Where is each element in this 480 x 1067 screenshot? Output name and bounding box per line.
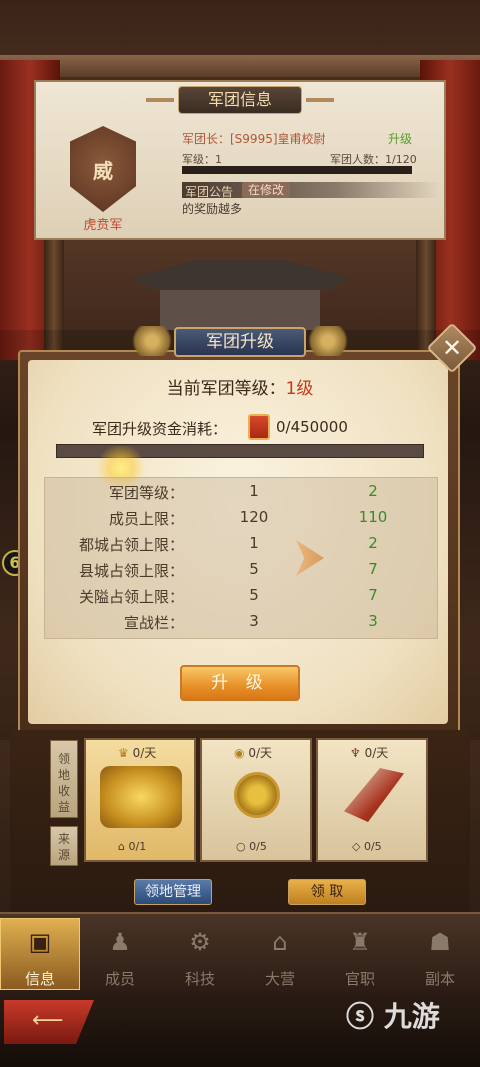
stat-current: 5: [249, 560, 259, 578]
watermark-mark-icon: ⓢ: [346, 1000, 375, 1033]
stat-row: 关隘占领上限： 5 7: [44, 586, 438, 612]
fund-scroll-icon: [248, 414, 270, 440]
diamond-icon: ◇: [352, 840, 361, 853]
territory-manage-button[interactable]: 领地管理: [134, 879, 212, 905]
horn-icon: ♆: [350, 746, 361, 760]
nav-label: 科技: [184, 970, 215, 988]
camp-icon: ⌂: [272, 928, 288, 956]
house-icon: ⌂: [118, 840, 125, 853]
notice-label: 军团公告: [185, 185, 234, 199]
card-gold-rate: ♛ 0/天: [118, 744, 156, 761]
members-icon: ♟: [109, 928, 131, 956]
stat-current: 120: [239, 508, 269, 526]
claim-button[interactable]: 领 取: [288, 879, 366, 905]
current-level-label: 当前军团等级：: [166, 379, 286, 399]
stat-name: 都城占领上限：: [78, 536, 184, 554]
circle-icon: ○: [236, 840, 246, 853]
notice-edit-badge[interactable]: 在修改: [242, 182, 291, 198]
stat-row: 军团等级： 1 2: [44, 482, 438, 508]
gold-ingot-image: [100, 766, 182, 828]
card-horn-rate: ♆ 0/天: [350, 744, 388, 761]
upgrade-button[interactable]: 升 级: [180, 665, 300, 701]
card-horn-count-value: 0/5: [363, 840, 382, 853]
nav-label: 大营: [264, 970, 295, 988]
nav-label: 官职: [344, 970, 375, 988]
stat-current: 1: [249, 534, 259, 552]
title-ornament-left-icon: [128, 326, 176, 356]
book-icon: ▣: [28, 928, 52, 956]
stat-row: 都城占领上限： 1 2: [44, 534, 438, 560]
stat-row: 县城占领上限： 5 7: [44, 560, 438, 586]
card-gold-count-value: 0/1: [128, 840, 147, 853]
stat-current: 5: [249, 586, 259, 604]
stat-row: 宣战栏： 3 3: [44, 612, 438, 638]
nav-label: 信息: [24, 970, 55, 988]
watermark-text: 九游: [383, 1000, 440, 1033]
upgrade-link[interactable]: 升级: [388, 130, 412, 147]
member-count: 军团人数：1/120: [330, 153, 417, 166]
tab-territory-income[interactable]: 领地收益: [50, 740, 78, 818]
copper-coin-image: [234, 772, 280, 818]
stat-next: 110: [358, 508, 388, 526]
coin-icon: ◉: [234, 746, 245, 760]
member-progress-bar: [182, 166, 412, 174]
card-coin-rate: ◉ 0/天: [234, 744, 272, 761]
watermark-logo: ⓢ 九游: [346, 995, 440, 1035]
tab-territory-income-label: 领地收益: [57, 752, 70, 814]
stat-next: 2: [368, 534, 378, 552]
official-icon: ♜: [349, 928, 371, 956]
card-horn-rate-value: 0/天: [364, 746, 389, 760]
stat-next: 7: [368, 560, 378, 578]
legion-name: 虎贲军: [83, 218, 123, 233]
legion-level: 军级：1: [182, 153, 222, 166]
modal-title: 军团升级: [174, 327, 306, 357]
card-gold-count: ⌂ 0/1: [118, 840, 146, 853]
stat-name: 关隘占领上限：: [78, 588, 184, 606]
nav-label: 成员: [104, 970, 135, 988]
title-ornament-right-icon: [304, 326, 352, 356]
yuanbao-icon: ♛: [118, 746, 129, 760]
stat-name: 县城占领上限：: [78, 562, 184, 580]
cost-value: 0/450000: [276, 418, 348, 436]
current-level: 当前军团等级：1级: [0, 374, 480, 399]
stat-next: 3: [368, 612, 378, 630]
back-arrow-icon: ⟵: [32, 1008, 64, 1033]
legion-leader: 军团长：[S9995]皇甫校尉: [182, 132, 326, 146]
cost-label: 军团升级资金消耗：: [92, 420, 228, 438]
notice-text: 的奖励越多: [182, 202, 243, 216]
card-horn-count: ◇ 0/5: [352, 840, 382, 853]
emblem-character: 威: [93, 159, 113, 183]
title-ornament-left: [146, 98, 174, 102]
stat-name: 成员上限：: [108, 510, 184, 528]
nav-label: 副本: [424, 970, 455, 988]
hall-beam: [0, 55, 480, 77]
close-icon[interactable]: ✕: [434, 330, 470, 366]
current-level-value: 1级: [285, 379, 314, 399]
title-ornament-right: [306, 98, 334, 102]
card-coin-count-value: 0/5: [249, 840, 267, 853]
card-gold-rate-value: 0/天: [132, 746, 157, 760]
stat-current: 3: [249, 612, 259, 630]
tab-source[interactable]: 来源: [50, 826, 78, 866]
stat-next: 7: [368, 586, 378, 604]
dungeon-icon: ☗: [429, 928, 451, 956]
card-coin-count: ○ 0/5: [236, 840, 267, 853]
stat-row: 成员上限： 120 110: [44, 508, 438, 534]
info-panel-title: 军团信息: [178, 86, 302, 114]
tech-icon: ⚙: [189, 928, 211, 956]
temple-building: [130, 240, 350, 330]
tab-source-label: 来源: [57, 832, 70, 862]
stat-name: 宣战栏：: [123, 614, 184, 632]
stat-name: 军团等级：: [108, 484, 184, 502]
stat-next: 2: [368, 482, 378, 500]
stat-current: 1: [249, 482, 259, 500]
card-coin-rate-value: 0/天: [248, 746, 272, 760]
